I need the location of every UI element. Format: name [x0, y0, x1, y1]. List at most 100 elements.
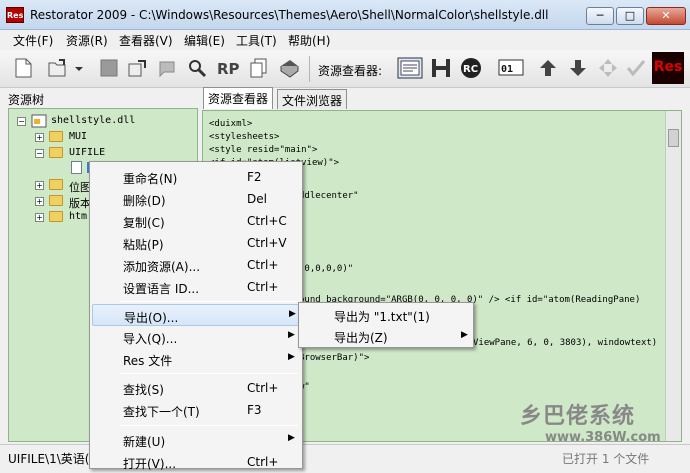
- tree-expander[interactable]: +: [35, 181, 44, 190]
- menu-item-label: 打开(V)...: [123, 457, 177, 471]
- window-title: Restorator 2009 - C:\Windows\Resources\T…: [30, 8, 549, 22]
- menu-edit[interactable]: 编辑(E): [184, 32, 225, 49]
- menu-resource[interactable]: 资源(R): [66, 32, 108, 49]
- menu-item-shortcut: Del: [247, 192, 267, 206]
- menu-item-open[interactable]: 打开(V)... Ctrl+: [92, 451, 300, 473]
- folder-icon: [49, 131, 63, 142]
- res-logo: Res: [652, 52, 684, 84]
- folder-open-icon: [49, 147, 63, 158]
- toolbar: RP 资源查看器: RC 01 Res: [0, 50, 690, 88]
- menu-item-paste[interactable]: 粘贴(P) Ctrl+V: [92, 232, 300, 254]
- menu-item-export-as[interactable]: 导出为(Z) ▶: [301, 326, 471, 346]
- menu-item-shortcut: Ctrl+: [247, 280, 279, 294]
- context-menu: 重命名(N) F2 删除(D) Del 复制(C) Ctrl+C 粘贴(P) C…: [89, 161, 303, 471]
- menu-file[interactable]: 文件(F): [13, 32, 53, 49]
- down-arrow-icon[interactable]: [567, 57, 589, 79]
- viewer-mode-icon[interactable]: [397, 57, 423, 79]
- status-path: UIFILE\1\英语(: [8, 452, 90, 466]
- folder-icon: [49, 211, 63, 222]
- menu-item-label: 新建(U): [123, 435, 166, 449]
- menu-item-export[interactable]: 导出(O)... ▶: [92, 304, 300, 326]
- properties-icon[interactable]: [156, 57, 178, 79]
- code-line: <stylesheets>: [209, 132, 280, 142]
- folder-icon: [49, 195, 63, 206]
- tree-node-label[interactable]: shellstyle.dll: [51, 115, 135, 126]
- folder-icon: [49, 179, 63, 190]
- submenu-arrow-icon: ▶: [288, 330, 295, 340]
- save-icon[interactable]: [98, 57, 120, 79]
- menu-item-label: 复制(C): [123, 216, 165, 230]
- menu-item-label: 设置语言 ID...: [123, 282, 200, 296]
- up-arrow-icon[interactable]: [537, 57, 559, 79]
- submenu-arrow-icon: ▶: [288, 433, 295, 443]
- minimize-button[interactable]: ─: [586, 7, 614, 25]
- menu-tools[interactable]: 工具(T): [236, 32, 277, 49]
- menu-item-find-next[interactable]: 查找下一个(T) F3: [92, 399, 300, 421]
- open-file-icon[interactable]: [46, 57, 68, 79]
- code-line: ViewPane, 6, 0, 3803), windowtext): [473, 338, 658, 348]
- menu-item-import[interactable]: 导入(Q)... ▶: [92, 326, 300, 348]
- menu-item-find[interactable]: 查找(S) Ctrl+: [92, 377, 300, 399]
- menu-item-new[interactable]: 新建(U) ▶: [92, 429, 300, 451]
- menu-item-label: 查找(S): [123, 383, 164, 397]
- menu-bar: 文件(F) 资源(R) 查看器(V) 编辑(E) 工具(T) 帮助(H): [0, 30, 690, 49]
- title-bar: Res Restorator 2009 - C:\Windows\Resourc…: [0, 0, 690, 30]
- dropdown-arrow-icon[interactable]: [74, 57, 84, 79]
- submenu-arrow-icon: ▶: [461, 330, 468, 340]
- tree-node-label[interactable]: UIFILE: [69, 147, 105, 158]
- tree-node-label[interactable]: htm: [69, 211, 87, 222]
- menu-item-label: 查找下一个(T): [123, 405, 200, 419]
- menu-item-shortcut: Ctrl+V: [247, 236, 287, 250]
- menu-item-label: 添加资源(A)...: [123, 260, 201, 274]
- tree-expander[interactable]: −: [35, 149, 44, 158]
- tab-file-browser[interactable]: 文件浏览器: [277, 89, 348, 109]
- svg-text:01: 01: [501, 64, 513, 75]
- menu-viewer[interactable]: 查看器(V): [119, 32, 173, 49]
- menu-item-rename[interactable]: 重命名(N) F2: [92, 166, 300, 188]
- maximize-button[interactable]: □: [616, 7, 644, 25]
- tree-node-label[interactable]: 位图: [69, 179, 91, 195]
- menu-separator: [120, 301, 298, 302]
- move-icon[interactable]: [597, 57, 619, 79]
- tree-expander[interactable]: +: [35, 213, 44, 222]
- tree-node-label[interactable]: MUI: [69, 131, 87, 142]
- menu-item-set-language-id[interactable]: 设置语言 ID... Ctrl+: [92, 276, 300, 298]
- check-icon[interactable]: [625, 57, 647, 79]
- menu-separator: [120, 373, 298, 374]
- code-line: <style resid="main">: [209, 145, 318, 155]
- svg-text:RC: RC: [463, 64, 478, 75]
- close-button[interactable]: ✕: [646, 7, 686, 25]
- menu-item-label: Res 文件: [123, 354, 173, 368]
- copy-pages-icon[interactable]: [248, 57, 270, 79]
- submenu-arrow-icon: ▶: [289, 309, 296, 319]
- vertical-scrollbar[interactable]: [665, 111, 681, 441]
- rp-icon[interactable]: RP: [216, 57, 242, 79]
- menu-help[interactable]: 帮助(H): [288, 32, 330, 49]
- tree-node-label[interactable]: 版本: [69, 195, 91, 211]
- code-line: <duixml>: [209, 119, 253, 129]
- menu-item-shortcut: Ctrl+: [247, 381, 279, 395]
- menu-item-res-file[interactable]: Res 文件 ▶: [92, 348, 300, 370]
- tree-expander[interactable]: +: [35, 197, 44, 206]
- tab-resource-viewer[interactable]: 资源查看器: [203, 87, 274, 109]
- binary-view-icon[interactable]: 01: [498, 57, 524, 79]
- menu-item-delete[interactable]: 删除(D) Del: [92, 188, 300, 210]
- menu-item-copy[interactable]: 复制(C) Ctrl+C: [92, 210, 300, 232]
- export-icon[interactable]: [126, 57, 148, 79]
- menu-item-add-resource[interactable]: 添加资源(A)... Ctrl+: [92, 254, 300, 276]
- new-file-icon[interactable]: [12, 57, 34, 79]
- hex-view-icon[interactable]: [430, 57, 452, 79]
- menu-item-shortcut: F2: [247, 170, 262, 184]
- rc-icon[interactable]: RC: [460, 57, 482, 79]
- dll-file-icon: [31, 114, 47, 128]
- menu-item-export-as-txt[interactable]: 导出为 "1.txt"(1): [301, 305, 471, 325]
- menu-item-label: 删除(D): [123, 194, 166, 208]
- scrollbar-thumb[interactable]: [668, 129, 679, 147]
- book-icon[interactable]: [278, 57, 300, 79]
- menu-item-shortcut: Ctrl+: [247, 258, 279, 272]
- search-icon[interactable]: [186, 57, 208, 79]
- status-files-open: 已打开 1 个文件: [562, 452, 650, 466]
- tree-expander[interactable]: −: [17, 117, 26, 126]
- tree-expander[interactable]: +: [35, 133, 44, 142]
- file-icon: [71, 161, 82, 174]
